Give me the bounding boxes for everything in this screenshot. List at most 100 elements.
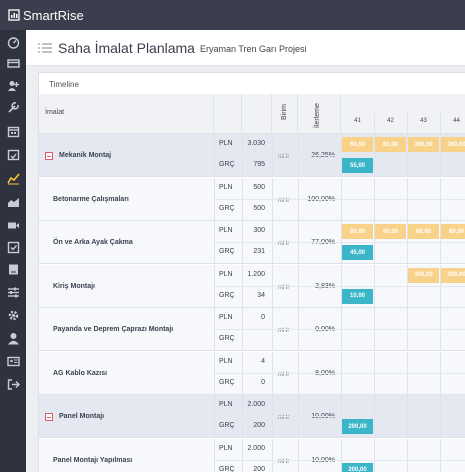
actual-bar[interactable]: 200,00 bbox=[342, 419, 373, 434]
birim-column-label: Birim bbox=[281, 104, 288, 120]
actual-label: GRÇ bbox=[219, 378, 235, 386]
actual-value: 200 bbox=[253, 422, 265, 429]
table-row[interactable]: Mekanik MontajPLNGRÇ3.030795mHr26,25%60,… bbox=[39, 134, 465, 177]
brand-logo[interactable]: SmartRise bbox=[8, 8, 84, 23]
row-midline bbox=[214, 372, 465, 374]
plan-bar[interactable]: 60,00 bbox=[375, 137, 406, 152]
actual-value: 795 bbox=[253, 161, 265, 168]
collapse-toggle[interactable] bbox=[45, 413, 53, 421]
actual-bar[interactable]: 200,00 bbox=[342, 462, 373, 472]
plan-value: 3.030 bbox=[247, 140, 265, 147]
project-name: Eryaman Tren Garı Projesi bbox=[199, 43, 307, 54]
video-icon[interactable] bbox=[6, 218, 20, 232]
row-name: Betonarme Çalışmaları bbox=[53, 195, 129, 203]
sign-out-icon[interactable] bbox=[6, 377, 20, 391]
plan-value: 1.200 bbox=[247, 270, 265, 278]
row-name: Ön ve Arka Ayak Çakma bbox=[53, 239, 133, 246]
plan-bar[interactable]: 60,00 bbox=[408, 224, 439, 239]
row-name: AG Kablo Kazısı bbox=[53, 369, 108, 377]
actual-label: GRÇ bbox=[219, 291, 235, 299]
plan-bar[interactable]: 60,00 bbox=[342, 137, 373, 152]
plan-value: 0 bbox=[261, 314, 265, 321]
table-row[interactable]: Panel MontajıPLNGRÇ2.000200mHr10,00%200,… bbox=[39, 395, 465, 438]
row-midline bbox=[214, 198, 465, 200]
week-divider bbox=[407, 113, 408, 134]
wrench-icon[interactable] bbox=[6, 100, 20, 114]
birim-header: Birim bbox=[272, 94, 298, 134]
page-header: Saha İmalat Planlama Eryaman Tren Garı P… bbox=[26, 30, 465, 66]
sidebar bbox=[0, 30, 26, 472]
table-row[interactable]: Betonarme ÇalışmalarıPLNGRÇ500500mHr100,… bbox=[39, 177, 465, 221]
quantity-header bbox=[242, 94, 272, 134]
column-divider bbox=[272, 438, 273, 472]
table-row[interactable]: Payanda ve Deprem Çaprazı Montajı PLN GRÇ 0… bbox=[39, 308, 465, 351]
actual-label: GRÇ bbox=[219, 422, 235, 429]
column-divider bbox=[214, 438, 215, 472]
row-name: Mekanik Montaj bbox=[59, 152, 112, 159]
actual-bar[interactable]: 45,00 bbox=[342, 245, 373, 260]
plan-label: PLN bbox=[219, 314, 233, 321]
week-divider bbox=[374, 113, 375, 134]
ilerleme-column-label: İlerleme bbox=[314, 103, 321, 128]
plan-label: PLN bbox=[219, 140, 233, 147]
gear-icon[interactable] bbox=[6, 308, 20, 322]
row-midline bbox=[214, 242, 465, 243]
actual-value: 200 bbox=[253, 465, 265, 472]
actual-label: GRÇ bbox=[219, 465, 235, 472]
plan-value: 300 bbox=[253, 227, 265, 234]
ilerleme-header: İlerleme bbox=[298, 94, 341, 134]
actual-bar[interactable]: 55,00 bbox=[342, 158, 373, 173]
id-card-icon[interactable] bbox=[6, 354, 20, 368]
plan-bar[interactable]: 300,00 bbox=[408, 267, 439, 283]
imalat-column-label: İmalat bbox=[45, 109, 65, 116]
collapse-toggle[interactable] bbox=[45, 152, 53, 160]
actual-label: GRÇ bbox=[219, 161, 235, 168]
plan-bar[interactable]: 300,00 bbox=[441, 267, 465, 283]
week-label: 43 bbox=[420, 118, 427, 124]
row-midline bbox=[214, 285, 465, 287]
plan-label: PLN bbox=[219, 227, 233, 234]
credit-card-icon[interactable] bbox=[6, 56, 20, 70]
plan-value: 2.000 bbox=[247, 401, 265, 408]
dashboard-icon[interactable] bbox=[6, 35, 20, 49]
check-square-icon[interactable] bbox=[6, 240, 20, 254]
week-label: 44 bbox=[453, 118, 460, 124]
area-chart-icon[interactable] bbox=[6, 194, 20, 208]
user-icon[interactable] bbox=[6, 331, 20, 345]
table-row[interactable]: Kiriş MontajıPLNGRÇ1.20034mHr2,83%300,00… bbox=[39, 264, 465, 308]
plan-bar[interactable]: 60,00 bbox=[375, 224, 406, 239]
plan-bar[interactable]: 360,00 bbox=[408, 137, 439, 152]
actual-bar[interactable]: 10,00 bbox=[342, 288, 373, 304]
actual-value: 34 bbox=[257, 291, 265, 299]
page-title: Saha İmalat Planlama bbox=[58, 39, 195, 56]
add-user-icon[interactable] bbox=[6, 78, 20, 92]
row-name: Panel Montajı bbox=[59, 413, 105, 420]
row-name: Payanda ve Deprem Çaprazı Montajı bbox=[53, 326, 174, 333]
table-row[interactable]: AG Kablo KazısıPLNGRÇ40mHr8,00% bbox=[39, 351, 465, 395]
actual-label: GRÇ bbox=[219, 335, 235, 342]
plan-label: PLN bbox=[219, 444, 233, 452]
week-label: 41 bbox=[354, 118, 361, 124]
row-midline bbox=[214, 155, 465, 156]
table-row[interactable]: Ön ve Arka Ayak ÇakmaPLNGRÇ300231mHr77,0… bbox=[39, 221, 465, 264]
line-chart-icon[interactable] bbox=[6, 171, 20, 185]
top-bar: SmartRise bbox=[0, 0, 465, 30]
actual-label: GRÇ bbox=[219, 248, 235, 255]
calendar-icon[interactable] bbox=[6, 124, 20, 138]
sliders-icon[interactable] bbox=[6, 285, 20, 299]
plan-label: PLN bbox=[219, 357, 233, 365]
plan-bar[interactable]: 60,00 bbox=[342, 224, 373, 239]
plan-value: 500 bbox=[253, 183, 265, 191]
week-divider bbox=[440, 113, 441, 134]
actual-label: GRÇ bbox=[219, 204, 235, 212]
plan-bar[interactable]: 360,00 bbox=[441, 137, 465, 152]
plan-bar[interactable]: 60,00 bbox=[441, 224, 465, 239]
timeline-card: Timeline İmalat Birim İlerleme 41 42 43 44 … bbox=[38, 72, 465, 472]
table-row[interactable]: Panel Montajı Yapılması PLN GRÇ 2.000 200 mHr… bbox=[39, 438, 465, 472]
plan-value: 2.000 bbox=[247, 444, 265, 452]
list-icon bbox=[38, 42, 52, 54]
row-name: Panel Montajı Yapılması bbox=[53, 456, 133, 464]
column-divider bbox=[440, 438, 441, 472]
calendar-check-icon[interactable] bbox=[6, 147, 20, 161]
book-icon[interactable] bbox=[6, 262, 20, 276]
